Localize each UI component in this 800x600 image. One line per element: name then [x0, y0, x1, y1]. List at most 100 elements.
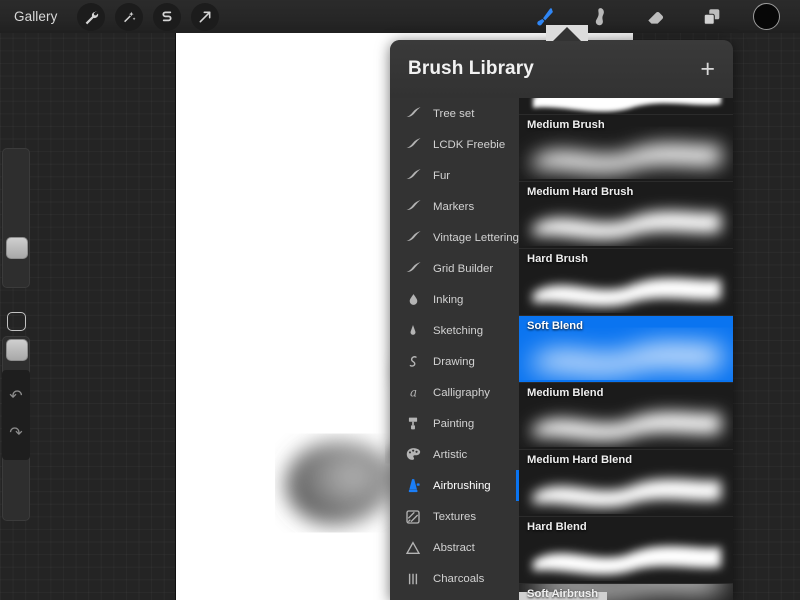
category-item-markers[interactable]: Markers	[390, 191, 519, 222]
category-item-grid-builder[interactable]: Grid Builder	[390, 253, 519, 284]
brush-stroke-preview	[533, 344, 721, 374]
brush-opacity-slider-knob[interactable]	[6, 339, 28, 361]
svg-text:a: a	[409, 385, 416, 399]
brush-name-label: Medium Hard Blend	[527, 454, 633, 466]
category-item-partial[interactable]	[390, 594, 519, 600]
panel-pointer-notch	[546, 25, 588, 41]
stroke-swoosh-icon	[404, 229, 422, 247]
palette-icon	[404, 446, 422, 464]
adjustments-wand-icon[interactable]	[115, 2, 144, 31]
actions-wrench-icon[interactable]	[77, 2, 106, 31]
paint-brush-icon	[404, 415, 422, 433]
category-label: Drawing	[433, 355, 475, 368]
brush-stroke-preview	[533, 143, 721, 173]
brush-stroke-preview	[533, 210, 721, 240]
brush-library-header: Brush Library +	[390, 40, 733, 98]
brush-item-hard-blend[interactable]: Hard Blend	[519, 517, 733, 583]
brush-name-label: Soft Airbrush	[527, 588, 599, 600]
category-label: LCDK Freebie	[433, 138, 506, 151]
letter-a-icon: a	[404, 384, 422, 402]
brush-item-medium-brush[interactable]: Medium Brush	[519, 115, 733, 181]
brush-stroke-preview	[533, 98, 721, 112]
category-label: Tree set	[433, 107, 475, 120]
brush-library-panel[interactable]: Brush Library + Tree set LCDK Freebie Fur M…	[390, 40, 733, 600]
category-label: Painting	[433, 417, 475, 430]
airbrush-icon	[404, 477, 422, 495]
brush-item-soft-blend[interactable]: Soft Blend	[519, 316, 733, 382]
triangle-icon	[404, 539, 422, 557]
category-label: Calligraphy	[433, 386, 490, 399]
brush-stroke-preview	[533, 478, 721, 508]
toolbar-left-group: Gallery	[0, 0, 220, 33]
brush-name-label: Soft Blend	[527, 320, 583, 332]
panel-title: Brush Library	[408, 58, 534, 79]
brush-stroke-preview	[533, 411, 721, 441]
brush-item-medium-blend[interactable]: Medium Blend	[519, 383, 733, 449]
add-brush-plus-icon[interactable]: +	[700, 56, 715, 82]
category-item-inking[interactable]: Inking	[390, 284, 519, 315]
brush-stroke-preview	[533, 545, 721, 575]
category-label: Artistic	[433, 448, 468, 461]
category-label: Charcoals	[433, 572, 485, 585]
color-swatch[interactable]	[753, 3, 780, 30]
brush-size-slider[interactable]	[2, 148, 30, 288]
undo-redo-group[interactable]: ↶ ↷	[2, 370, 30, 460]
transform-arrow-icon[interactable]	[191, 2, 220, 31]
brush-name-label: Medium Brush	[527, 119, 605, 131]
category-label: Sketching	[433, 324, 484, 337]
category-label: Textures	[433, 510, 477, 523]
brush-name-label: Medium Blend	[527, 387, 604, 399]
brush-name-label: Hard Blend	[527, 521, 587, 533]
brush-item-soft-airbrush[interactable]: Soft Airbrush	[519, 584, 733, 600]
top-toolbar: Gallery	[0, 0, 800, 33]
category-item-calligraphy[interactable]: a Calligraphy	[390, 377, 519, 408]
scribble-s-icon	[404, 353, 422, 371]
category-label: Airbrushing	[433, 479, 491, 492]
ink-drop-icon	[404, 291, 422, 309]
brush-item-hard-brush[interactable]: Hard Brush	[519, 249, 733, 315]
modify-square-button[interactable]	[7, 312, 26, 331]
category-item-fur[interactable]: Fur	[390, 160, 519, 191]
category-item-sketching[interactable]: Sketching	[390, 315, 519, 346]
brush-size-slider-knob[interactable]	[6, 237, 28, 259]
redo-icon[interactable]: ↷	[9, 425, 22, 442]
brush-name-label: Hard Brush	[527, 253, 588, 265]
category-label: Markers	[433, 200, 475, 213]
stroke-swoosh-icon	[404, 105, 422, 123]
category-label: Fur	[433, 169, 451, 182]
brush-preview-list[interactable]: Medium Brush Medium Hard Brush Hard Brush S…	[519, 98, 733, 600]
stroke-swoosh-icon	[404, 136, 422, 154]
stroke-swoosh-icon	[404, 167, 422, 185]
brush-stroke-preview	[533, 277, 721, 307]
category-label: Vintage Lettering	[433, 231, 519, 244]
brush-name-label: Medium Hard Brush	[527, 186, 634, 198]
brush-item-medium-hard-blend[interactable]: Medium Hard Blend	[519, 450, 733, 516]
category-item-tree-set[interactable]: Tree set	[390, 98, 519, 129]
undo-icon[interactable]: ↶	[9, 388, 22, 405]
category-item-painting[interactable]: Painting	[390, 408, 519, 439]
brush-item-medium-hard-brush[interactable]: Medium Hard Brush	[519, 182, 733, 248]
gallery-button[interactable]: Gallery	[0, 0, 67, 33]
category-label: Abstract	[433, 541, 475, 554]
category-item-textures[interactable]: Textures	[390, 501, 519, 532]
eraser-icon[interactable]	[641, 2, 671, 32]
stroke-swoosh-icon	[404, 198, 422, 216]
brush-item-partial[interactable]	[519, 98, 733, 114]
brush-category-list[interactable]: Tree set LCDK Freebie Fur Markers Vintage Le…	[390, 98, 519, 600]
category-label: Inking	[433, 293, 464, 306]
category-item-drawing[interactable]: Drawing	[390, 346, 519, 377]
category-item-abstract[interactable]: Abstract	[390, 532, 519, 563]
left-tool-sidebar[interactable]: ↶ ↷	[0, 148, 32, 574]
stroke-swoosh-icon	[404, 260, 422, 278]
smudge-icon[interactable]	[585, 2, 615, 32]
category-item-vintage-lettering[interactable]: Vintage Lettering	[390, 222, 519, 253]
hatch-square-icon	[404, 508, 422, 526]
category-item-charcoals[interactable]: Charcoals	[390, 563, 519, 594]
category-item-artistic[interactable]: Artistic	[390, 439, 519, 470]
selection-s-icon[interactable]	[153, 2, 182, 31]
layers-icon[interactable]	[697, 2, 727, 32]
three-bars-icon	[404, 570, 422, 588]
category-item-airbrushing[interactable]: Airbrushing	[390, 470, 519, 501]
category-item-lcdk-freebie[interactable]: LCDK Freebie	[390, 129, 519, 160]
category-label: Grid Builder	[433, 262, 494, 275]
